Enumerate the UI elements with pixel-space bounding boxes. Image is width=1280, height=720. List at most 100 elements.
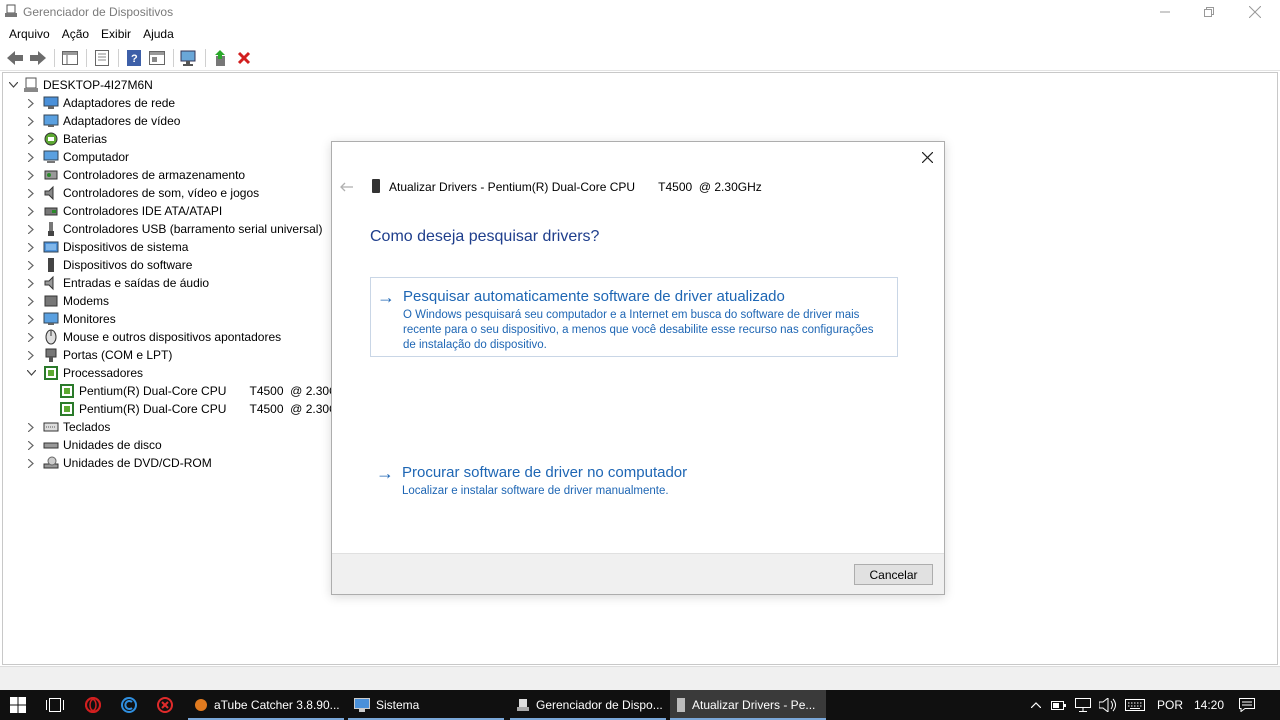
tray-keyboard-button[interactable] — [1122, 690, 1148, 720]
collapse-chevron-icon[interactable] — [7, 76, 19, 94]
close-icon — [1249, 6, 1261, 18]
back-arrow-icon — [340, 182, 353, 192]
app-taskbar-button[interactable] — [148, 690, 182, 720]
language-indicator[interactable]: POR — [1157, 690, 1183, 720]
scan-hardware-button[interactable] — [178, 47, 200, 69]
update-driver-button[interactable] — [210, 47, 232, 69]
show-hide-tree-button[interactable] — [59, 47, 81, 69]
expand-chevron-icon[interactable] — [25, 454, 37, 472]
taskbar-item-update-drivers[interactable]: Atualizar Drivers - Pe... — [670, 690, 826, 720]
tree-item[interactable]: Unidades de DVD/CD-ROM — [25, 454, 212, 472]
uninstall-device-button[interactable] — [233, 47, 255, 69]
task-view-icon — [46, 698, 64, 712]
help-button[interactable]: ? — [123, 47, 145, 69]
expand-chevron-icon[interactable] — [25, 166, 37, 184]
tree-item[interactable]: Modems — [25, 292, 109, 310]
expand-chevron-icon[interactable] — [25, 436, 37, 454]
console-tree-icon — [62, 50, 78, 65]
ccleaner-taskbar-button[interactable] — [112, 690, 146, 720]
menu-ajuda[interactable]: Ajuda — [138, 27, 179, 41]
tray-battery-button[interactable] — [1048, 690, 1070, 720]
collapse-chevron-icon[interactable] — [25, 364, 37, 382]
red-circle-app-icon — [157, 697, 173, 713]
expand-chevron-icon[interactable] — [25, 292, 37, 310]
taskbar-item-label: Sistema — [376, 698, 420, 712]
forward-button[interactable] — [27, 47, 49, 69]
expand-chevron-icon[interactable] — [25, 202, 37, 220]
keyboard-icon — [1125, 699, 1145, 711]
minimize-button[interactable] — [1142, 0, 1188, 24]
show-hidden-icons-button[interactable] — [1026, 690, 1046, 720]
status-bar — [0, 666, 1280, 690]
expand-chevron-icon[interactable] — [25, 148, 37, 166]
cancel-button[interactable]: Cancelar — [854, 564, 933, 585]
scan-hardware-icon — [180, 50, 196, 66]
port-icon — [45, 348, 57, 362]
search-automatically-option[interactable]: → Pesquisar automaticamente software de … — [370, 277, 898, 357]
tray-volume-button[interactable] — [1096, 690, 1120, 720]
expand-chevron-icon[interactable] — [25, 112, 37, 130]
window-title: Gerenciador de Dispositivos — [23, 5, 174, 19]
tree-item[interactable]: Controladores de som, vídeo e jogos — [25, 184, 259, 202]
view-button[interactable] — [146, 47, 168, 69]
expand-chevron-icon[interactable] — [25, 310, 37, 328]
tree-item[interactable]: Portas (COM e LPT) — [25, 346, 172, 364]
expand-chevron-icon[interactable] — [25, 184, 37, 202]
dialog-back-button[interactable] — [340, 179, 354, 195]
tree-item[interactable]: Controladores IDE ATA/ATAPI — [25, 202, 222, 220]
back-button[interactable] — [4, 47, 26, 69]
tree-item[interactable]: Adaptadores de rede — [25, 94, 175, 112]
tree-item[interactable]: Monitores — [25, 310, 116, 328]
expand-chevron-icon[interactable] — [25, 220, 37, 238]
menu-exibir[interactable]: Exibir — [96, 27, 136, 41]
tree-item[interactable]: Entradas e saídas de áudio — [25, 274, 209, 292]
browse-computer-option[interactable]: → Procurar software de driver no computa… — [370, 464, 898, 502]
tree-item[interactable]: Dispositivos de sistema — [25, 238, 188, 256]
task-view-button[interactable] — [38, 690, 72, 720]
tree-item[interactable]: Controladores de armazenamento — [25, 166, 245, 184]
tree-item[interactable]: Teclados — [25, 418, 110, 436]
tree-root[interactable]: DESKTOP-4I27M6N — [7, 76, 153, 94]
expand-chevron-icon[interactable] — [25, 274, 37, 292]
tree-item-label: Teclados — [63, 420, 111, 434]
start-button[interactable] — [0, 690, 36, 720]
taskbar-item-device-manager[interactable]: Gerenciador de Dispo... — [510, 690, 666, 720]
expand-chevron-icon[interactable] — [25, 94, 37, 112]
clock[interactable]: 14:20 — [1194, 690, 1224, 720]
software-device-icon — [48, 258, 54, 272]
dialog-heading: Como deseja pesquisar drivers? — [370, 228, 600, 245]
expand-chevron-icon[interactable] — [25, 346, 37, 364]
action-center-button[interactable] — [1232, 690, 1262, 720]
tree-item[interactable]: Pentium(R) Dual-Core CPU T4500 @ 2.30GHz — [41, 400, 353, 418]
tree-item[interactable]: Pentium(R) Dual-Core CPU T4500 @ 2.30GHz — [41, 382, 353, 400]
option-title: Procurar software de driver no computado… — [402, 464, 688, 481]
expand-chevron-icon[interactable] — [25, 256, 37, 274]
tree-item-label: Adaptadores de vídeo — [63, 114, 181, 128]
tree-item[interactable]: Mouse e outros dispositivos apontadores — [25, 328, 281, 346]
expand-chevron-icon[interactable] — [25, 238, 37, 256]
expand-chevron-icon[interactable] — [25, 328, 37, 346]
tree-item[interactable]: Adaptadores de vídeo — [25, 112, 180, 130]
expand-chevron-icon[interactable] — [25, 130, 37, 148]
taskbar: aTube Catcher 3.8.90... Sistema Gerencia… — [0, 690, 1280, 720]
tree-item[interactable]: Unidades de disco — [25, 436, 162, 454]
tree-item[interactable]: Processadores — [25, 364, 143, 382]
dialog-close-button[interactable] — [918, 148, 936, 166]
monitor-icon — [43, 312, 59, 325]
tree-item[interactable]: Baterias — [25, 130, 107, 148]
tree-item[interactable]: Controladores USB (barramento serial uni… — [25, 220, 322, 238]
expand-chevron-icon[interactable] — [25, 418, 37, 436]
taskbar-item-sistema[interactable]: Sistema — [348, 690, 504, 720]
battery-plug-icon — [1051, 701, 1066, 710]
tree-item[interactable]: Computador — [25, 148, 129, 166]
menu-acao[interactable]: Ação — [57, 27, 94, 41]
taskbar-item-atube[interactable]: aTube Catcher 3.8.90... — [188, 690, 344, 720]
restore-button[interactable] — [1186, 0, 1232, 24]
tray-network-button[interactable] — [1072, 690, 1094, 720]
opera-taskbar-button[interactable] — [76, 690, 110, 720]
menu-arquivo[interactable]: Arquivo — [4, 27, 55, 41]
tree-item[interactable]: Dispositivos do software — [25, 256, 192, 274]
close-button[interactable] — [1232, 0, 1278, 24]
tree-item-label: Portas (COM e LPT) — [63, 348, 173, 362]
properties-button[interactable] — [91, 47, 113, 69]
